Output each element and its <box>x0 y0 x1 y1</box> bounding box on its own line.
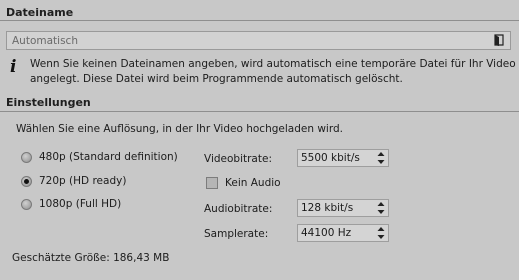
radio-480p[interactable] <box>21 152 32 163</box>
samplerate-value[interactable]: 44100 Hz <box>301 227 351 239</box>
radio-720p-indicator[interactable] <box>21 176 32 187</box>
info-text-line-2: angelegt. Diese Datei wird beim Programm… <box>30 73 403 85</box>
estimated-size: Geschätzte Größe: 186,43 MB <box>12 252 170 264</box>
audio-bitrate-value[interactable]: 128 kbit/s <box>301 202 353 214</box>
audio-bitrate-spinner[interactable]: 128 kbit/s <box>297 199 389 217</box>
no-audio-checkbox[interactable] <box>206 177 218 189</box>
settings-section-title: Einstellungen <box>6 96 91 109</box>
radio-1080p-label[interactable]: 1080p (Full HD) <box>39 198 121 210</box>
filename-input-value: Automatisch <box>12 35 78 47</box>
video-bitrate-value[interactable]: 5500 kbit/s <box>301 152 360 164</box>
radio-1080p[interactable] <box>21 199 32 210</box>
filename-section-title: Dateiname <box>6 6 74 19</box>
settings-section-divider <box>0 111 519 112</box>
info-text-line-1: Wenn Sie keinen Dateinamen angeben, wird… <box>30 58 516 70</box>
samplerate-spinner[interactable]: 44100 Hz <box>297 224 389 242</box>
info-text: Wenn Sie keinen Dateinamen angeben, wird… <box>30 57 516 87</box>
radio-1080p-indicator[interactable] <box>21 199 32 210</box>
audio-bitrate-label: Audiobitrate: <box>204 203 273 215</box>
video-bitrate-spinner[interactable]: 5500 kbit/s <box>297 149 389 167</box>
no-audio-label[interactable]: Kein Audio <box>225 177 281 189</box>
resolution-instruction: Wählen Sie eine Auflösung, in der Ihr Vi… <box>16 123 343 135</box>
radio-720p[interactable] <box>21 176 32 187</box>
radio-480p-label[interactable]: 480p (Standard definition) <box>39 151 178 163</box>
spinner-arrows-icon[interactable] <box>377 151 385 165</box>
samplerate-label: Samplerate: <box>204 228 269 240</box>
folder-icon[interactable] <box>493 34 505 46</box>
filename-section-divider <box>0 20 519 21</box>
spinner-arrows-icon[interactable] <box>377 201 385 215</box>
spinner-arrows-icon[interactable] <box>377 226 385 240</box>
info-icon: i <box>10 57 17 77</box>
radio-720p-label[interactable]: 720p (HD ready) <box>39 175 126 187</box>
filename-input[interactable]: Automatisch <box>6 31 511 50</box>
video-bitrate-label: Videobitrate: <box>204 153 272 165</box>
radio-480p-indicator[interactable] <box>21 152 32 163</box>
